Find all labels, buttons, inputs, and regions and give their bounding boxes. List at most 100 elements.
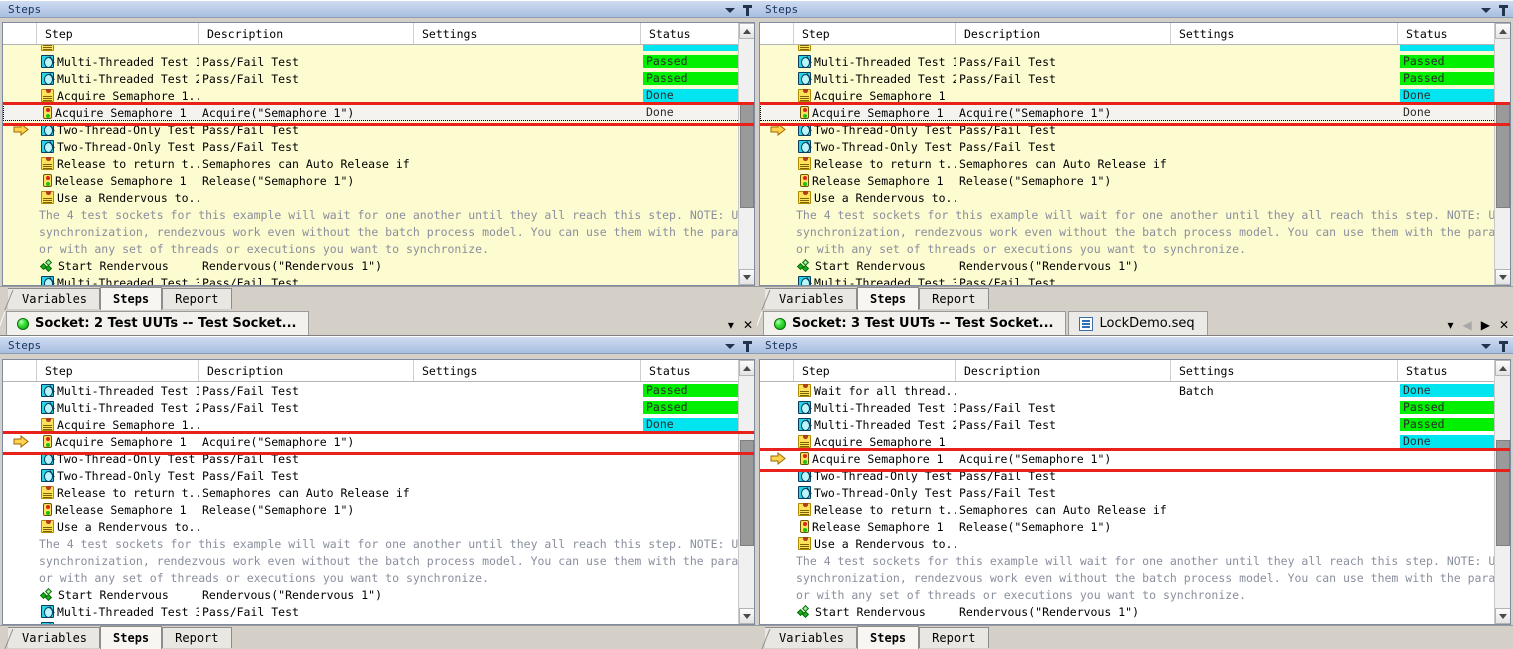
table-row[interactable]: Acquire Semaphore 1 Acquire("Semaphore 1"… xyxy=(3,433,754,450)
column-header-description[interactable]: Description xyxy=(199,360,414,381)
previous-tab-icon[interactable]: ◀ xyxy=(1462,319,1471,331)
table-row[interactable]: Two-Thread-Only Test 2 Pass/Fail Test xyxy=(3,138,754,155)
table-row[interactable]: Two-Thread-Only Test 1 Pass/Fail Test xyxy=(760,121,1510,138)
auto-hide-pin-icon[interactable] xyxy=(743,340,752,352)
scroll-down-button[interactable] xyxy=(1495,269,1510,285)
tab-variables[interactable]: Variables xyxy=(3,288,101,310)
column-header-status[interactable]: Status xyxy=(1398,360,1503,381)
column-header-settings[interactable]: Settings xyxy=(1171,23,1398,44)
vertical-scrollbar[interactable] xyxy=(1494,360,1510,624)
scroll-up-button[interactable] xyxy=(1495,360,1510,376)
table-row[interactable]: Multi-Threaded Test 1 Pass/Fail Test Passe… xyxy=(3,382,754,399)
table-row[interactable]: Multi-Threaded Test 3 Pass/Fail Test xyxy=(3,603,754,620)
table-row[interactable]: Acquire Semaphore 1 Acquire("Semaphore 1"… xyxy=(3,104,754,121)
table-row[interactable]: Acquire Semaphore 1 Acquire("Semaphore 1"… xyxy=(760,450,1510,467)
tab-list-dropdown-icon[interactable]: ▾ xyxy=(1447,319,1453,331)
column-header-description[interactable]: Description xyxy=(199,23,414,44)
table-row[interactable]: Two-Thread-Only Test 2 Pass/Fail Test xyxy=(3,467,754,484)
document-tab-1[interactable]: Socket: 3 Test UUTs -- Test Socket... xyxy=(763,311,1067,335)
table-row[interactable]: Release to return t... Semaphores can Aut… xyxy=(3,484,754,501)
column-header-step[interactable]: Step xyxy=(794,360,956,381)
column-header-status[interactable]: Status xyxy=(641,23,746,44)
scrollbar-thumb[interactable] xyxy=(740,102,754,208)
table-row[interactable]: Start Rendervous Rendervous("Rendervous 1… xyxy=(3,257,754,274)
table-row[interactable]: Multi-Threaded Test 2 Pass/Fail Test Passe… xyxy=(760,416,1510,433)
table-row[interactable]: Two-Thread-Only Test 1 Pass/Fail Test xyxy=(3,121,754,138)
tab-variables[interactable]: Variables xyxy=(760,627,858,649)
table-row[interactable]: Acquire Semaphore 1 Acquire("Semaphore 1"… xyxy=(760,104,1510,121)
table-row[interactable]: Use a Rendervous to... xyxy=(760,189,1510,206)
table-row[interactable]: Wait for all thread... Batch Done xyxy=(760,382,1510,399)
pane-menu-chevron-down-icon[interactable] xyxy=(725,343,735,349)
scroll-down-button[interactable] xyxy=(739,269,754,285)
scroll-up-button[interactable] xyxy=(1495,23,1510,39)
column-header-step[interactable]: Step xyxy=(794,23,956,44)
scroll-up-button[interactable] xyxy=(739,23,754,39)
table-row[interactable]: Release Semaphore 1 Release("Semaphore 1"… xyxy=(3,501,754,518)
tab-variables[interactable]: Variables xyxy=(760,288,858,310)
table-row[interactable] xyxy=(760,45,1510,53)
scroll-up-button[interactable] xyxy=(739,360,754,376)
table-row[interactable]: Multi-Threaded Test 1 Pass/Fail Test Passe… xyxy=(760,399,1510,416)
scrollbar-thumb[interactable] xyxy=(740,440,754,546)
tab-report[interactable]: Report xyxy=(919,288,989,309)
tab-report[interactable]: Report xyxy=(162,288,232,309)
tab-steps[interactable]: Steps xyxy=(857,287,920,310)
table-row[interactable]: Release to return t... Semaphores can Aut… xyxy=(760,501,1510,518)
pane-menu-chevron-down-icon[interactable] xyxy=(1481,343,1491,349)
document-tab-2[interactable]: LockDemo.seq xyxy=(1068,311,1208,335)
column-header-step[interactable]: Step xyxy=(37,360,199,381)
table-row[interactable]: Two-Thread-Only Test 2 Pass/Fail Test xyxy=(760,138,1510,155)
document-tab-1[interactable]: Socket: 2 Test UUTs -- Test Socket... xyxy=(6,311,310,335)
table-row[interactable]: Multi-Threaded Test 3 Pass/Fail Test xyxy=(3,274,754,285)
vertical-scrollbar[interactable] xyxy=(738,23,754,285)
table-row[interactable]: Use a Rendervous to... xyxy=(3,518,754,535)
table-row[interactable]: Two-Thread-Only Test 1 Pass/Fail Test xyxy=(3,450,754,467)
table-row[interactable]: Start Rendervous Rendervous("Rendervous 1… xyxy=(760,603,1510,620)
table-row[interactable]: Start Rendervous Rendervous("Rendervous 1… xyxy=(3,586,754,603)
tab-steps[interactable]: Steps xyxy=(857,626,920,649)
pane-menu-chevron-down-icon[interactable] xyxy=(1481,7,1491,13)
column-header-step[interactable]: Step xyxy=(37,23,199,44)
tab-variables[interactable]: Variables xyxy=(3,627,101,649)
pane-menu-chevron-down-icon[interactable] xyxy=(725,7,735,13)
table-row[interactable]: Two-Thread-Only Test 1 Pass/Fail Test xyxy=(760,467,1510,484)
table-row[interactable]: Release Semaphore 1 Release("Semaphore 1"… xyxy=(760,518,1510,535)
table-row[interactable]: Acquire Semaphore 1 Done xyxy=(760,433,1510,450)
scrollbar-thumb[interactable] xyxy=(1496,440,1510,546)
table-row[interactable]: Multi-Threaded Test 2 Pass/Fail Test Passe… xyxy=(760,70,1510,87)
table-row[interactable]: Use a Rendervous to... xyxy=(760,535,1510,552)
table-row[interactable]: Release to return t... Semaphores can Aut… xyxy=(760,155,1510,172)
auto-hide-pin-icon[interactable] xyxy=(1499,4,1508,16)
auto-hide-pin-icon[interactable] xyxy=(743,4,752,16)
tab-steps[interactable]: Steps xyxy=(100,626,163,649)
auto-hide-pin-icon[interactable] xyxy=(1499,340,1508,352)
tab-report[interactable]: Report xyxy=(919,627,989,648)
table-row[interactable]: Multi-Threaded Test 2 Pass/Fail Test Passe… xyxy=(3,399,754,416)
tab-report[interactable]: Report xyxy=(162,627,232,648)
table-row[interactable]: Release to return t... Semaphores can Aut… xyxy=(3,155,754,172)
column-header-description[interactable]: Description xyxy=(956,23,1171,44)
scroll-down-button[interactable] xyxy=(1495,608,1510,624)
column-header-settings[interactable]: Settings xyxy=(1171,360,1398,381)
table-row[interactable]: Acquire Semaphore 1... Done xyxy=(3,416,754,433)
table-row[interactable]: Use a Rendervous to... xyxy=(3,189,754,206)
vertical-scrollbar[interactable] xyxy=(1494,23,1510,285)
table-row[interactable]: Multi-Threaded Test 1 Pass/Fail Test Passe… xyxy=(760,53,1510,70)
table-row[interactable]: Release Semaphore 1 Release("Semaphore 1"… xyxy=(3,172,754,189)
table-row[interactable]: Start Rendervous Rendervous("Rendervous 1… xyxy=(760,257,1510,274)
column-header-status[interactable]: Status xyxy=(641,360,746,381)
close-icon[interactable]: ✕ xyxy=(1499,319,1509,331)
table-row[interactable]: Multi-Threaded Test 1 Pass/Fail Test Passe… xyxy=(3,53,754,70)
table-row[interactable]: Two-Thread-Only Test 2 Pass/Fail Test xyxy=(760,484,1510,501)
table-row[interactable]: Acquire Semaphore 1 Done xyxy=(760,87,1510,104)
table-row[interactable]: Acquire Semaphore 1... Done xyxy=(3,87,754,104)
column-header-description[interactable]: Description xyxy=(956,360,1171,381)
table-row[interactable]: Release Semaphore 1 Release("Semaphore 1"… xyxy=(760,172,1510,189)
column-header-settings[interactable]: Settings xyxy=(414,360,641,381)
tab-list-dropdown-icon[interactable]: ▾ xyxy=(728,319,734,331)
vertical-scrollbar[interactable] xyxy=(738,360,754,624)
tab-steps[interactable]: Steps xyxy=(100,287,163,310)
table-row[interactable]: Multi-Threaded Test 2 Pass/Fail Test Passe… xyxy=(3,70,754,87)
table-row[interactable] xyxy=(3,45,754,53)
